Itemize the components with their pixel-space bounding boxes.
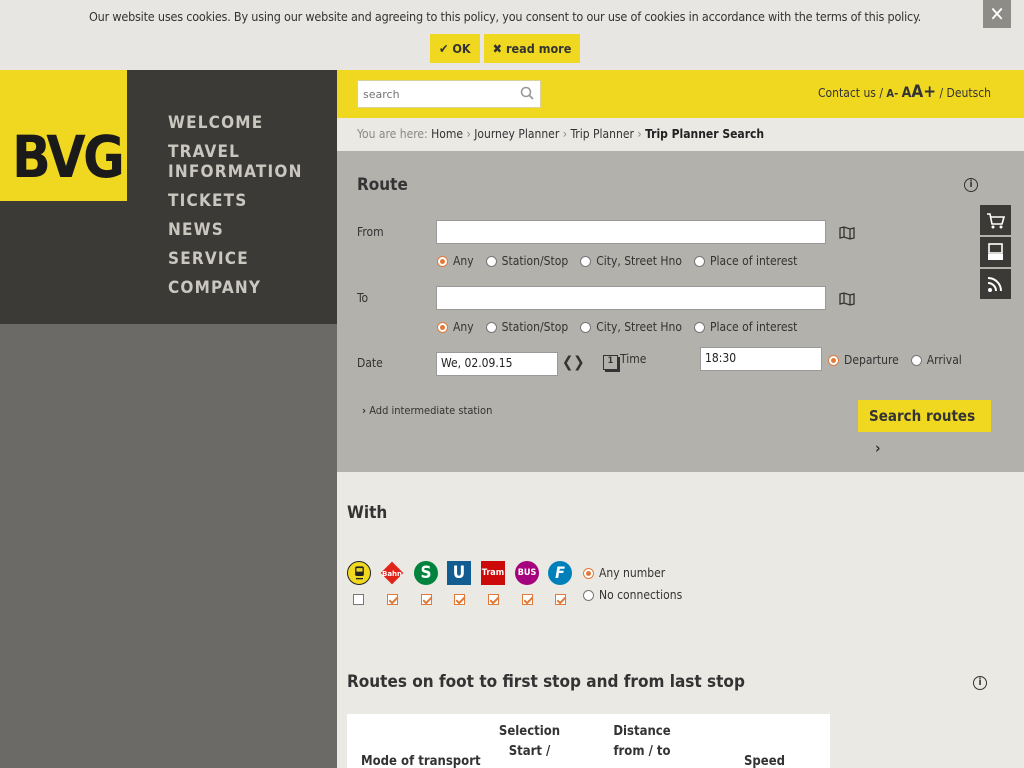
- nav-item-company[interactable]: Company: [168, 278, 298, 298]
- from-radio-street[interactable]: City, Street Hno: [580, 254, 682, 268]
- table-header-mode: Mode of transport: [361, 754, 481, 768]
- close-x-icon: ✖: [492, 41, 503, 56]
- rss-icon[interactable]: [980, 269, 1011, 299]
- to-radio-station[interactable]: Station/Stop: [485, 320, 568, 334]
- search-icon[interactable]: [520, 86, 534, 100]
- header-links: Contact us / A- AA+ / Deutsch: [818, 82, 991, 102]
- date-prev-next-arrows[interactable]: ❮❯: [562, 353, 585, 371]
- date-input[interactable]: We, 02.09.15: [436, 352, 558, 376]
- bvg-logo[interactable]: BVG: [0, 70, 127, 201]
- date-label: Date: [357, 356, 383, 370]
- chevron-right-icon: ›: [875, 439, 881, 457]
- main-nav: Welcome Travel Information Tickets News …: [127, 70, 337, 324]
- to-type-radios: Any Station/Stop City, Street Hno Place …: [437, 320, 809, 334]
- cookie-message: Our website uses cookies. By using our w…: [88, 9, 922, 24]
- header-bar: Contact us / A- AA+ / Deutsch: [337, 70, 1024, 118]
- svg-text:Bahn: Bahn: [382, 570, 402, 578]
- map-icon[interactable]: [839, 292, 855, 306]
- with-title: With: [347, 503, 388, 523]
- from-input[interactable]: [436, 220, 826, 244]
- breadcrumb-home[interactable]: Home: [431, 127, 463, 141]
- font-normal-button[interactable]: A: [902, 85, 912, 101]
- from-radio-any[interactable]: Any: [437, 254, 474, 268]
- bahn-icon: Bahn: [380, 561, 404, 585]
- font-smaller-button[interactable]: A-: [886, 87, 898, 100]
- connections-any-radio[interactable]: Any number: [583, 566, 677, 580]
- from-radio-station[interactable]: Station/Stop: [485, 254, 568, 268]
- u-bahn-icon: U: [447, 561, 471, 585]
- from-type-radios: Any Station/Stop City, Street Hno Place …: [437, 254, 809, 268]
- bus-icon: BUS: [515, 561, 539, 585]
- walk-table: Mode of transport Selection Start / Dist…: [347, 714, 830, 768]
- from-label: From: [357, 225, 384, 239]
- from-radio-poi[interactable]: Place of interest: [693, 254, 797, 268]
- contact-link[interactable]: Contact us /: [818, 86, 883, 100]
- check-icon: ✔: [439, 41, 449, 56]
- cookie-read-more-button[interactable]: ✖ read more: [483, 34, 581, 63]
- checkbox-bahn[interactable]: [387, 594, 398, 605]
- font-larger-button[interactable]: A+: [911, 82, 936, 102]
- ticket-machine-icon[interactable]: [980, 237, 1011, 267]
- checkbox-bus[interactable]: [522, 594, 533, 605]
- search-routes-button[interactable]: Search routes ›: [858, 400, 991, 457]
- ferry-icon: F: [548, 561, 572, 585]
- breadcrumb-current: Trip Planner Search: [645, 127, 765, 141]
- connections-none-radio[interactable]: No connections: [583, 588, 694, 602]
- breadcrumb-journey-planner[interactable]: Journey Planner: [474, 127, 559, 141]
- info-icon[interactable]: i: [964, 178, 978, 192]
- table-header-speed: Speed: [743, 754, 786, 768]
- checkbox-tram[interactable]: [488, 594, 499, 605]
- nav-item-news[interactable]: News: [168, 220, 298, 240]
- radio-departure[interactable]: Departure: [828, 353, 899, 367]
- cookie-ok-button[interactable]: ✔ OK: [430, 34, 480, 63]
- radio-arrival[interactable]: Arrival: [910, 353, 962, 367]
- checkbox-s-bahn[interactable]: [421, 594, 432, 605]
- nav-item-welcome[interactable]: Welcome: [168, 113, 298, 133]
- search-box: [357, 80, 541, 108]
- route-form: Route i From Any Station/Stop City, Stre…: [337, 151, 1024, 472]
- cookie-banner: Our website uses cookies. By using our w…: [0, 0, 1024, 70]
- close-icon[interactable]: ✕: [983, 0, 1011, 28]
- map-icon[interactable]: [839, 226, 855, 240]
- nav-item-travel-information[interactable]: Travel Information: [168, 142, 301, 182]
- info-icon[interactable]: i: [973, 676, 987, 690]
- to-radio-any[interactable]: Any: [437, 320, 474, 334]
- cookie-read-more-label: read more: [506, 41, 572, 56]
- nav-item-service[interactable]: Service: [168, 249, 298, 269]
- subway-icon: [347, 561, 371, 585]
- breadcrumb-prefix: You are here:: [357, 127, 428, 141]
- left-column-top-fill: [0, 201, 127, 324]
- search-input[interactable]: [358, 81, 508, 107]
- to-radio-street[interactable]: City, Street Hno: [580, 320, 682, 334]
- logo-text: BVG: [12, 123, 125, 191]
- checkbox-subway[interactable]: [353, 594, 364, 605]
- checkbox-u-bahn[interactable]: [454, 594, 465, 605]
- calendar-icon[interactable]: 1: [603, 355, 618, 370]
- table-header-selection: Selection Start /: [498, 724, 561, 759]
- cookie-ok-label: OK: [452, 41, 471, 56]
- time-label: Time: [620, 352, 647, 366]
- time-input[interactable]: 18:30: [700, 347, 822, 371]
- add-intermediate-station-link[interactable]: › Add intermediate station: [362, 404, 492, 417]
- breadcrumb: You are here: Home › Journey Planner › T…: [337, 118, 1024, 151]
- checkbox-ferry[interactable]: [555, 594, 566, 605]
- time-type-radios: Departure Arrival: [828, 353, 974, 367]
- to-input[interactable]: [436, 286, 826, 310]
- language-link[interactable]: / Deutsch: [939, 86, 991, 100]
- nav-item-tickets[interactable]: Tickets: [168, 191, 298, 211]
- table-header-distance: Distance from / to: [613, 724, 671, 759]
- cart-icon[interactable]: [980, 205, 1011, 235]
- chevron-right-icon: ›: [362, 404, 367, 417]
- tram-icon: Tram: [481, 561, 505, 585]
- route-title: Route: [357, 175, 408, 195]
- walk-title: Routes on foot to first stop and from la…: [347, 672, 745, 692]
- to-radio-poi[interactable]: Place of interest: [693, 320, 797, 334]
- to-label: To: [357, 291, 369, 305]
- s-bahn-icon: S: [414, 561, 438, 585]
- breadcrumb-trip-planner[interactable]: Trip Planner: [570, 127, 633, 141]
